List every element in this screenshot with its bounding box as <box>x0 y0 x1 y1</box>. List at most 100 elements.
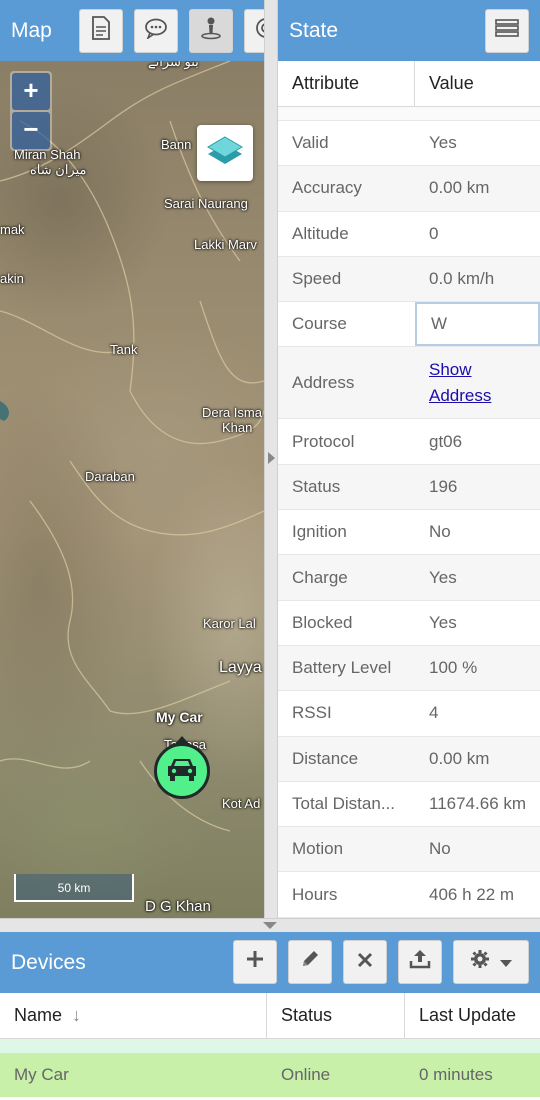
value-cell: 0.0 km/h <box>429 269 495 289</box>
add-device-button[interactable] <box>233 940 277 984</box>
send-command-button[interactable] <box>398 940 442 984</box>
target-icon <box>254 16 264 45</box>
devices-table-spacer <box>0 1039 540 1053</box>
horizontal-splitter[interactable] <box>0 918 540 932</box>
table-row[interactable]: Distance 0.00 km <box>278 736 540 782</box>
map-canvas[interactable]: بنو سرائے Bann Miran Shah میران شاه Sara… <box>0 54 264 918</box>
show-address-line1: Show <box>429 359 472 379</box>
attribute-cell: RSSI <box>292 703 332 723</box>
attribute-cell: Blocked <box>292 612 353 632</box>
state-header: State <box>278 0 540 61</box>
table-row[interactable]: Motion No <box>278 827 540 873</box>
map-label-khan: Khan <box>222 420 253 435</box>
vertical-splitter[interactable] <box>264 0 278 918</box>
zoom-in-button[interactable]: + <box>12 73 50 110</box>
state-panel: State Attribute Value Valid Yes Accuracy 0… <box>278 0 540 918</box>
column-attribute[interactable]: Attribute <box>278 61 415 106</box>
attribute-cell: Charge <box>292 567 348 587</box>
devices-title: Devices <box>11 950 86 974</box>
map-label-daraban: Daraban <box>85 469 135 484</box>
map-label-dera: Dera Isma <box>202 405 262 420</box>
table-row-selected[interactable]: Course W <box>278 302 540 348</box>
value-cell: No <box>429 522 451 542</box>
map-label-kotad: Kot Ad <box>222 796 261 811</box>
value-cell: 100 % <box>429 658 478 678</box>
table-row[interactable]: Status 196 <box>278 464 540 511</box>
remove-device-button[interactable] <box>343 940 387 984</box>
value-cell: 4 <box>429 703 439 723</box>
device-status-cell: Online <box>281 1065 331 1084</box>
map-header: Map <box>0 0 264 61</box>
map-panel: بنو سرائے Bann Miran Shah میران شاه Sara… <box>0 0 264 918</box>
state-title: State <box>289 18 339 42</box>
attribute-cell: Accuracy <box>292 178 362 198</box>
state-table-spacer <box>278 107 540 121</box>
target-button[interactable] <box>244 8 264 53</box>
map-label-tank: Tank <box>110 342 138 357</box>
devices-panel: Devices Name ↓ Status Last Update My Car… <box>0 932 540 1100</box>
attribute-cell: Course <box>292 314 347 334</box>
layers-icon <box>206 134 244 173</box>
value-cell: No <box>429 839 451 859</box>
collapse-down-icon <box>263 922 277 929</box>
table-row[interactable]: Address Show Address <box>278 347 540 420</box>
settings-dropdown-button[interactable] <box>453 940 529 984</box>
report-icon <box>91 16 111 45</box>
table-row[interactable]: Battery Level 100 % <box>278 645 540 692</box>
map-label-miranshah-urdu: میران شاه <box>30 162 87 177</box>
table-row[interactable]: Protocol gt06 <box>278 419 540 465</box>
map-label-bannu: Bann <box>161 137 192 152</box>
table-row[interactable]: Hours 406 h 22 m <box>278 872 540 918</box>
state-table-body: Valid Yes Accuracy 0.00 km Altitude 0 Speed… <box>278 121 540 918</box>
close-icon <box>357 951 373 974</box>
follow-button[interactable] <box>189 8 233 53</box>
table-row[interactable]: Total Distan... 11674.66 km <box>278 782 540 828</box>
scale-line: 50 km <box>14 874 134 902</box>
value-cell: gt06 <box>429 431 463 451</box>
column-status[interactable]: Status <box>267 993 405 1038</box>
map-label-mak: mak <box>0 222 25 237</box>
table-row[interactable]: RSSI 4 <box>278 691 540 737</box>
device-marker[interactable] <box>154 743 210 799</box>
state-table-header: Attribute Value <box>278 61 540 107</box>
table-row[interactable]: Blocked Yes <box>278 601 540 646</box>
column-name[interactable]: Name ↓ <box>0 993 267 1038</box>
show-address-link[interactable]: Show Address <box>429 357 491 409</box>
map-label-akin: akin <box>0 271 24 286</box>
pencil-icon <box>300 949 320 975</box>
device-name-cell: My Car <box>14 1065 69 1084</box>
table-row[interactable]: Ignition No <box>278 510 540 556</box>
devices-toolbar <box>222 940 529 984</box>
map-label-lakki: Lakki Marv <box>194 237 257 252</box>
layer-switcher-button[interactable] <box>197 125 253 181</box>
attribute-cell: Ignition <box>292 522 347 542</box>
zoom-out-button[interactable]: − <box>12 112 50 149</box>
app-root: بنو سرائے Bann Miran Shah میران شاه Sara… <box>0 0 540 1100</box>
sort-descending-icon: ↓ <box>72 1005 82 1025</box>
table-row[interactable]: Speed 0.0 km/h <box>278 256 540 303</box>
attribute-cell: Status <box>292 476 341 496</box>
table-row[interactable]: Valid Yes <box>278 121 540 167</box>
collapse-right-icon <box>268 452 275 464</box>
chat-icon <box>144 17 168 44</box>
value-cell: 196 <box>429 476 458 496</box>
table-row[interactable]: Altitude 0 <box>278 212 540 257</box>
column-value[interactable]: Value <box>415 61 540 106</box>
column-last-update[interactable]: Last Update <box>405 993 540 1038</box>
attribute-cell: Protocol <box>292 431 355 451</box>
attribute-cell: Address <box>292 372 355 392</box>
map-title: Map <box>11 18 52 42</box>
report-button[interactable] <box>79 8 123 53</box>
map-label-sarai: Sarai Naurang <box>164 196 248 211</box>
upload-icon <box>409 949 431 975</box>
table-row[interactable]: Charge Yes <box>278 555 540 601</box>
edit-device-button[interactable] <box>288 940 332 984</box>
events-button[interactable] <box>134 8 178 53</box>
zoom-control: + − <box>10 71 52 151</box>
state-menu-button[interactable] <box>485 8 529 53</box>
attribute-cell: Speed <box>292 269 342 289</box>
device-row-selected[interactable]: My Car Online 0 minutes <box>0 1053 540 1097</box>
value-cell: Yes <box>429 133 457 153</box>
table-row[interactable]: Accuracy 0.00 km <box>278 166 540 212</box>
value-cell: 406 h 22 m <box>429 884 515 904</box>
